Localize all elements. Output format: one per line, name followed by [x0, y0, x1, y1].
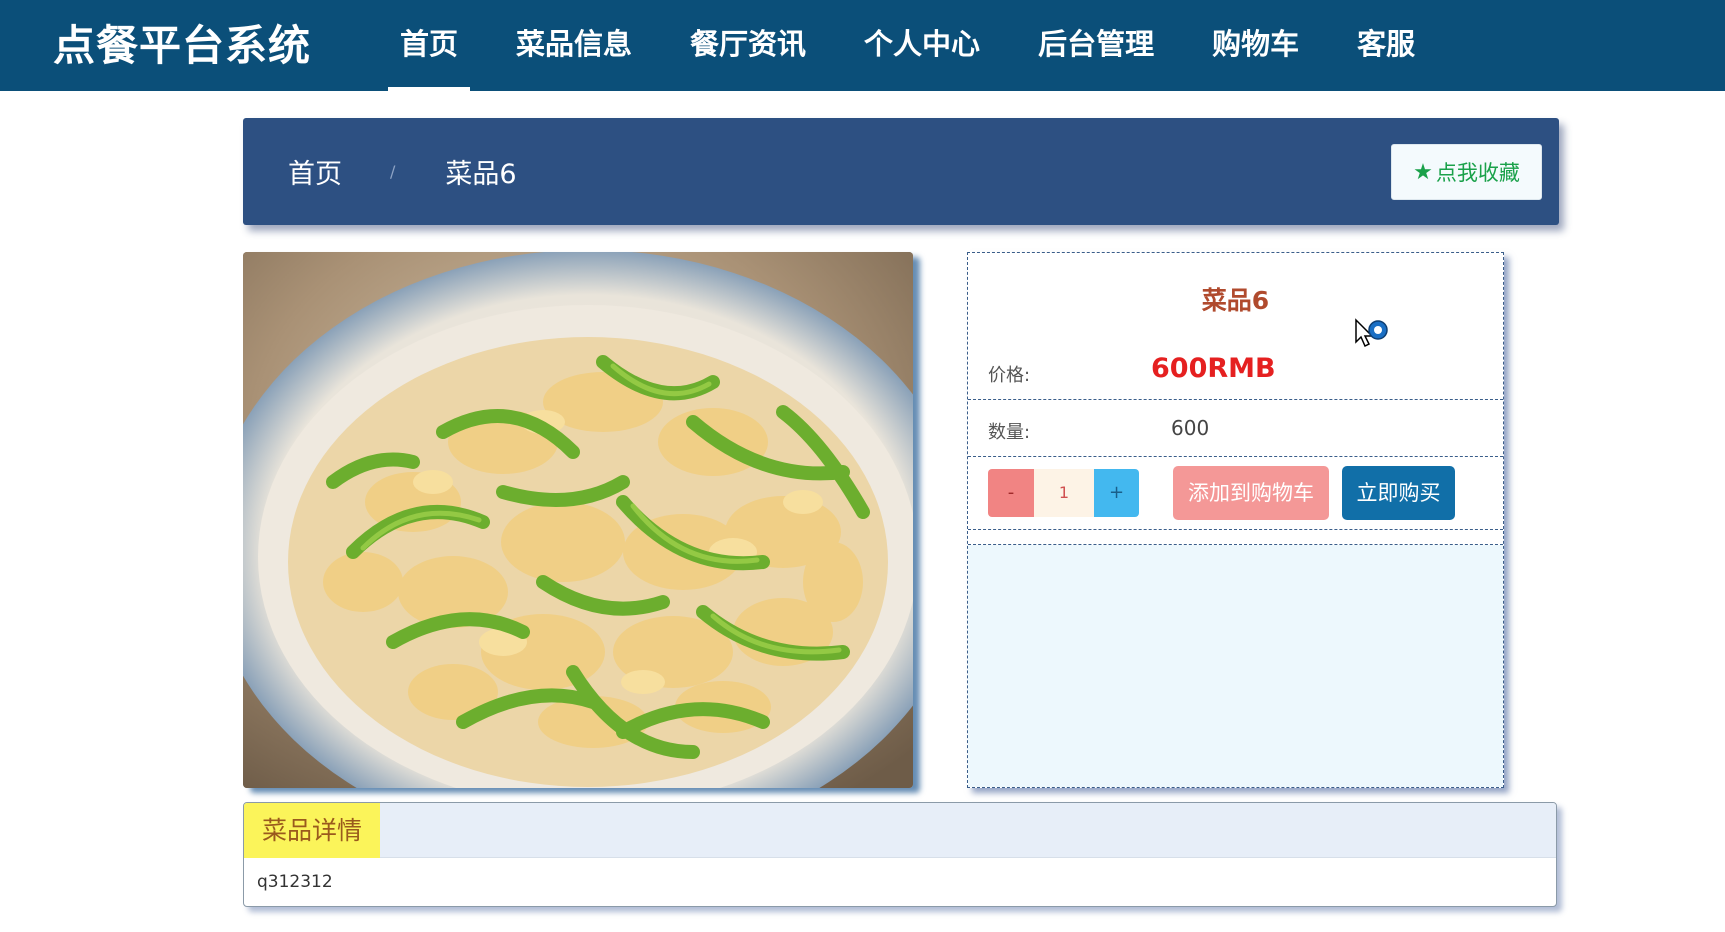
nav-item-news[interactable]: 餐厅资讯: [661, 0, 835, 91]
divider: [968, 456, 1503, 457]
add-to-cart-button[interactable]: 添加到购物车: [1173, 466, 1329, 520]
product-image: [243, 252, 913, 788]
quantity-stepper: - 1 +: [988, 469, 1139, 517]
breadcrumb: 首页 / 菜品6: [288, 118, 517, 225]
breadcrumb-current: 菜品6: [445, 159, 517, 190]
nav-item-home[interactable]: 首页: [371, 0, 487, 91]
nav-item-dishes[interactable]: 菜品信息: [487, 0, 661, 91]
buy-now-button[interactable]: 立即购买: [1342, 466, 1455, 520]
nav-item-admin[interactable]: 后台管理: [1009, 0, 1183, 91]
favorite-button-label: 点我收藏: [1435, 161, 1520, 185]
nav-item-profile[interactable]: 个人中心: [835, 0, 1009, 91]
nav-item-service[interactable]: 客服: [1328, 0, 1444, 91]
decrement-button[interactable]: -: [988, 469, 1034, 517]
star-icon: ★: [1413, 159, 1433, 185]
top-navbar: 点餐平台系统 首页 菜品信息 餐厅资讯 个人中心 后台管理 购物车 客服: [0, 0, 1725, 91]
quantity-input[interactable]: 1: [1034, 469, 1094, 517]
info-empty-area: [968, 545, 1503, 787]
price-value: 600RMB: [1151, 353, 1276, 384]
site-brand[interactable]: 点餐平台系统: [53, 0, 311, 91]
increment-button[interactable]: +: [1094, 469, 1139, 517]
dish-illustration: [243, 252, 913, 788]
tab-dish-details[interactable]: 菜品详情: [244, 803, 381, 858]
breadcrumb-home[interactable]: 首页: [288, 152, 342, 191]
breadcrumb-bar: 首页 / 菜品6 ★ 点我收藏: [243, 118, 1559, 225]
quantity-value: 600: [1171, 416, 1210, 440]
main-nav: 首页 菜品信息 餐厅资讯 个人中心 后台管理 购物车 客服: [371, 0, 1444, 91]
quantity-label: 数量:: [988, 422, 1031, 443]
busy-cursor-icon: [1355, 318, 1388, 348]
breadcrumb-separator: /: [390, 162, 396, 181]
price-label: 价格:: [988, 365, 1031, 386]
favorite-button[interactable]: ★ 点我收藏: [1391, 144, 1542, 200]
details-content: q312312: [257, 872, 333, 892]
divider: [968, 399, 1503, 400]
product-title: 菜品6: [1201, 286, 1270, 315]
details-tabbar: 菜品详情: [244, 803, 1556, 858]
divider: [968, 529, 1503, 530]
details-panel: 菜品详情 q312312: [243, 802, 1557, 907]
nav-item-cart[interactable]: 购物车: [1183, 0, 1328, 91]
product-info-panel: 菜品6 价格: 600RMB 数量: 600 - 1 + 添加到购物车 立即购买: [967, 252, 1504, 788]
